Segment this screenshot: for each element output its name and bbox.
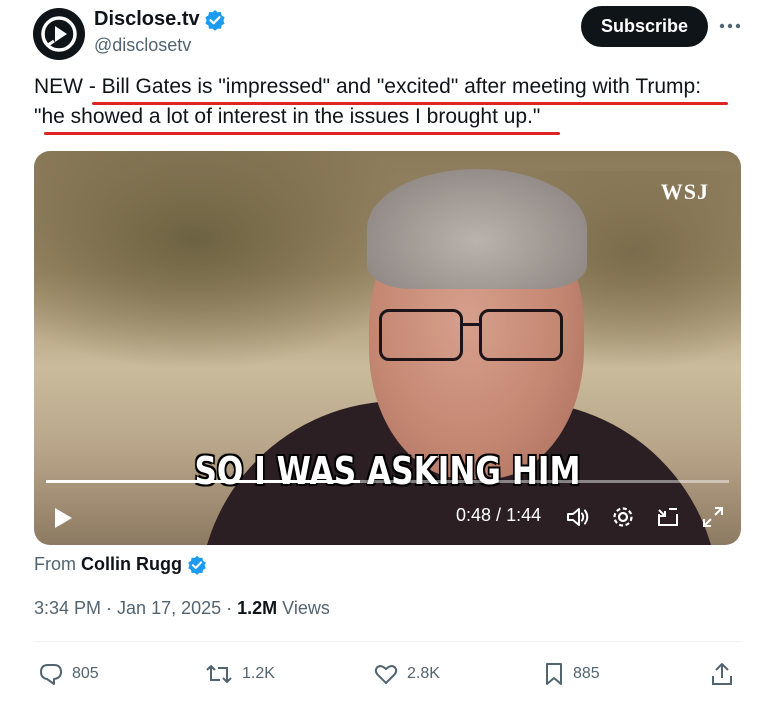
repost-count: 1.2K: [242, 665, 275, 682]
attribution-prefix: From: [34, 554, 76, 574]
author-name-row: Disclose.tv: [94, 8, 226, 31]
video-glasses-left: [379, 309, 463, 361]
red-underline-2: [44, 132, 560, 135]
media-attribution: From Collin Rugg: [34, 554, 207, 575]
red-underline-1: [92, 102, 728, 105]
video-current-time: 0:48: [456, 505, 492, 525]
video-person-hair: [367, 169, 587, 289]
reply-icon: [40, 664, 62, 685]
video-progress-bar[interactable]: [46, 480, 729, 483]
video-player[interactable]: WSJ SO I WAS ASKING HIM 0:48 / 1:44: [34, 151, 741, 545]
repost-button[interactable]: 1.2K: [204, 660, 275, 688]
avatar[interactable]: [33, 8, 85, 60]
subscribe-button[interactable]: Subscribe: [581, 6, 708, 47]
more-options-icon[interactable]: [717, 16, 743, 36]
bookmark-icon: [546, 663, 562, 685]
video-time-separator: /: [491, 505, 507, 525]
tweet-meta: 3:34 PM · Jan 17, 2025 · 1.2M Views: [34, 598, 330, 619]
bookmark-count: 885: [573, 665, 600, 682]
tweet-text-line-2: "he showed a lot of interest in the issu…: [34, 105, 541, 128]
like-count: 2.8K: [407, 665, 440, 682]
video-caption: SO I WAS ASKING HIM: [194, 449, 581, 493]
settings-gear-icon[interactable]: [609, 503, 637, 531]
attribution-name[interactable]: Collin Rugg: [81, 554, 182, 575]
volume-icon[interactable]: [564, 503, 592, 531]
verified-badge-icon: [205, 9, 225, 31]
wsj-watermark: WSJ: [660, 179, 709, 204]
divider: [34, 641, 742, 642]
meta-separator: ·: [221, 598, 238, 618]
like-button[interactable]: 2.8K: [373, 660, 440, 688]
reply-button[interactable]: 805: [38, 660, 99, 688]
play-icon[interactable]: [50, 504, 76, 532]
tweet-text-line-1: NEW - Bill Gates is "impressed" and "exc…: [34, 75, 702, 98]
tweet-date[interactable]: Jan 17, 2025: [117, 598, 221, 618]
picture-in-picture-icon[interactable]: [654, 503, 682, 531]
views-label: Views: [277, 598, 330, 618]
video-duration: 1:44: [506, 505, 542, 525]
fullscreen-icon[interactable]: [699, 503, 727, 531]
video-glasses-bridge: [460, 323, 479, 326]
bookmark-button[interactable]: 885: [543, 660, 600, 688]
meta-separator: ·: [101, 598, 118, 618]
heart-icon: [374, 665, 398, 684]
tweet-time[interactable]: 3:34 PM: [34, 598, 101, 618]
verified-badge-icon: [188, 555, 206, 575]
share-button[interactable]: [710, 660, 734, 688]
video-time: 0:48 / 1:44: [456, 505, 541, 526]
repost-icon: [206, 665, 232, 683]
share-icon: [712, 663, 732, 685]
video-glasses-right: [479, 309, 563, 361]
video-progress-fill: [46, 480, 361, 483]
author-name[interactable]: Disclose.tv: [94, 8, 200, 31]
disclose-logo-icon: [41, 16, 77, 52]
reply-count: 805: [72, 665, 99, 682]
author-handle[interactable]: @disclosetv: [94, 35, 191, 56]
views-count: 1.2M: [237, 598, 278, 618]
